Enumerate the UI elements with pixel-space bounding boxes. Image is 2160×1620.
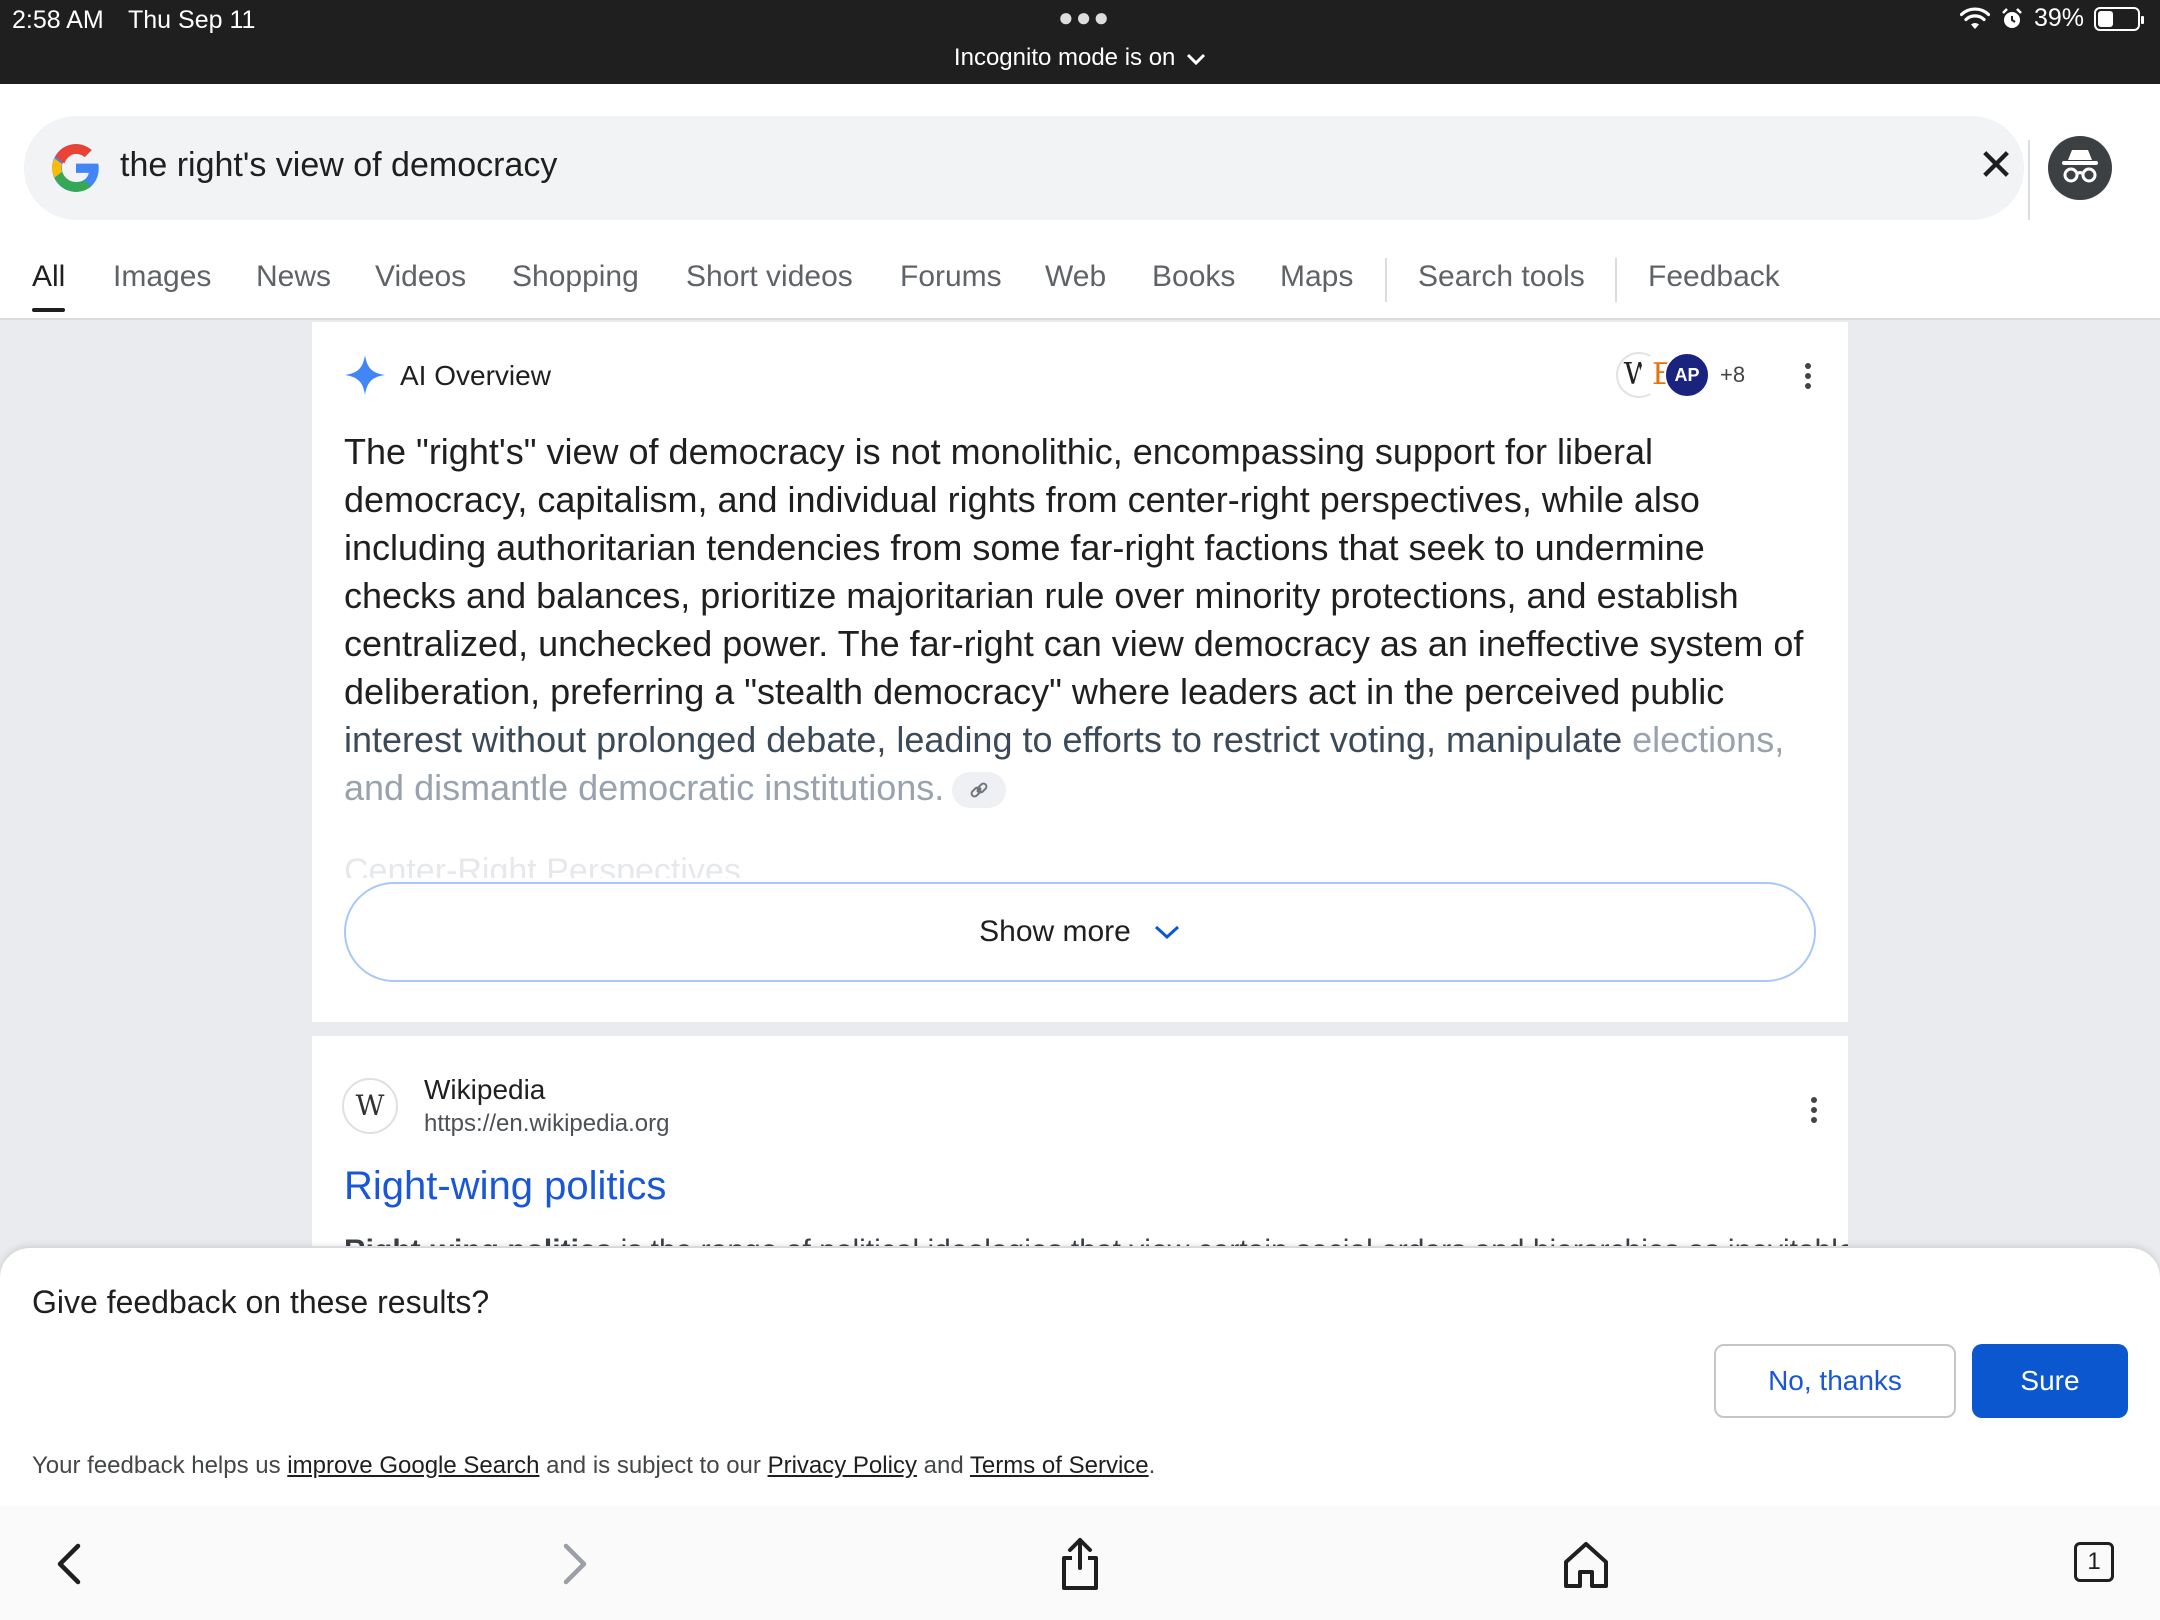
improve-search-link[interactable]: improve Google Search <box>287 1452 539 1479</box>
citation-link-chip[interactable] <box>952 772 1007 809</box>
tab-count: 1 <box>2074 1542 2114 1582</box>
tab-forums[interactable]: Forums <box>900 252 1002 312</box>
multitask-dots-icon[interactable]: ●●● <box>1058 2 1111 33</box>
terms-of-service-link[interactable]: Terms of Service <box>970 1452 1149 1479</box>
tab-separator <box>1615 258 1617 302</box>
tab-all[interactable]: All <box>32 252 66 312</box>
search-result: W Wikipedia https://en.wikipedia.org Rig… <box>312 1036 1848 1246</box>
browser-toolbar: 1 <box>0 1506 2160 1620</box>
ai-sparkle-icon <box>345 355 385 395</box>
more-options-icon[interactable] <box>1792 360 1824 392</box>
search-bar[interactable]: the right's view of democracy ✕ <box>24 116 2024 220</box>
status-date: Thu Sep 11 <box>128 6 256 34</box>
tab-images[interactable]: Images <box>113 252 211 312</box>
tab-switcher-button[interactable]: 1 <box>2066 1534 2126 1594</box>
feedback-sheet: Give feedback on these results? No, than… <box>0 1248 2160 1506</box>
no-thanks-button[interactable]: No, thanks <box>1714 1344 1956 1418</box>
link-icon <box>970 783 988 798</box>
alarm-icon <box>2002 7 2022 28</box>
source-ap-icon: AP <box>1664 352 1710 398</box>
feedback-disclaimer: Your feedback helps us improve Google Se… <box>32 1452 1155 1480</box>
tab-separator <box>1385 258 1387 302</box>
tab-search-tools[interactable]: Search tools <box>1418 252 1585 312</box>
status-indicators: 39% <box>1959 4 2144 33</box>
disclaimer-text: Your feedback helps us <box>32 1452 288 1479</box>
incognito-menu[interactable]: Incognito mode is on <box>0 44 2160 72</box>
incognito-avatar-icon[interactable] <box>2048 136 2112 200</box>
disclaimer-text: and is subject to our <box>539 1452 768 1479</box>
chevron-down-icon <box>1154 925 1179 940</box>
back-arrow-icon[interactable] <box>40 1534 100 1594</box>
incognito-label: Incognito mode is on <box>953 44 1176 71</box>
clear-search-button[interactable]: ✕ <box>1968 138 2024 194</box>
search-input[interactable]: the right's view of democracy <box>120 146 557 185</box>
ai-source-icons[interactable]: W E AP <box>1616 352 1710 400</box>
tab-videos[interactable]: Videos <box>375 252 466 312</box>
wikipedia-favicon: W <box>342 1078 398 1134</box>
ai-section-heading: Center-Right Perspectives <box>344 852 741 878</box>
ai-text-fade: interest without prolonged debate, leadi… <box>344 719 1623 760</box>
search-divider <box>2028 140 2030 220</box>
result-snippet: Right-wing politics is the range of poli… <box>344 1234 1848 1246</box>
incognito-icon <box>2062 150 2098 183</box>
search-tabs: All Images News Videos Shopping Short vi… <box>0 252 2160 312</box>
google-logo-icon <box>52 144 99 192</box>
status-time: 2:58 AM <box>12 6 104 34</box>
result-url[interactable]: https://en.wikipedia.org <box>424 1110 669 1138</box>
disclaimer-text: and <box>916 1452 970 1479</box>
chevron-down-icon <box>1187 53 1206 65</box>
show-more-button[interactable]: Show more <box>344 882 1816 982</box>
tab-web[interactable]: Web <box>1045 252 1106 312</box>
snippet-text: is the range of political ideologies tha… <box>612 1234 1848 1246</box>
show-more-label: Show more <box>979 915 1131 948</box>
source-more-count[interactable]: +8 <box>1720 362 1745 388</box>
battery-icon <box>2094 6 2144 31</box>
snippet-bold: Right-wing politics <box>344 1234 612 1246</box>
card-gap <box>312 1022 1848 1036</box>
tab-feedback[interactable]: Feedback <box>1648 252 1780 312</box>
ai-overview-card: AI Overview W E AP +8 The "right's" view… <box>312 322 1848 1022</box>
ai-text-main: The "right's" view of democracy is not m… <box>344 431 1804 712</box>
forward-arrow-icon[interactable] <box>544 1534 604 1594</box>
status-bar: 2:58 AM Thu Sep 11 ●●● 39% Incognito mod… <box>0 0 2160 84</box>
privacy-policy-link[interactable]: Privacy Policy <box>768 1452 917 1479</box>
feedback-question: Give feedback on these results? <box>32 1284 490 1320</box>
tab-books[interactable]: Books <box>1152 252 1235 312</box>
more-options-icon[interactable] <box>1798 1094 1830 1126</box>
battery-level <box>2098 10 2113 27</box>
result-site-name[interactable]: Wikipedia <box>424 1074 545 1106</box>
ai-overview-title: AI Overview <box>400 360 551 391</box>
share-icon[interactable] <box>1050 1534 1110 1594</box>
search-header: the right's view of democracy ✕ All Imag… <box>0 84 2160 320</box>
wifi-icon <box>1959 7 1990 29</box>
tab-shopping[interactable]: Shopping <box>512 252 639 312</box>
tab-maps[interactable]: Maps <box>1280 252 1353 312</box>
disclaimer-text: . <box>1148 1452 1156 1479</box>
tab-news[interactable]: News <box>256 252 331 312</box>
battery-percent: 39% <box>2033 4 2084 32</box>
tab-short-videos[interactable]: Short videos <box>686 252 853 312</box>
result-title-link[interactable]: Right-wing politics <box>344 1164 666 1209</box>
home-icon[interactable] <box>1556 1534 1616 1594</box>
sure-button[interactable]: Sure <box>1972 1344 2128 1418</box>
ai-overview-text: The "right's" view of democracy is not m… <box>344 428 1824 812</box>
